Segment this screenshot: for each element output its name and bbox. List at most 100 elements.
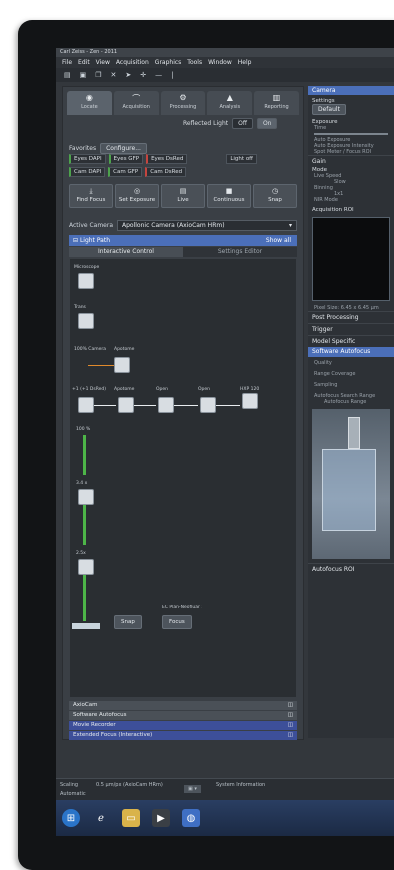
lightpath-snap-button[interactable]: Snap	[114, 615, 142, 629]
panel-movie-recorder[interactable]: Movie Recorder ◫	[69, 721, 297, 730]
fav-eyes-gfp[interactable]: Eyes GFP	[108, 154, 144, 164]
system-information-label: System Information	[216, 782, 266, 788]
optovar-label: 3.4 x	[76, 481, 88, 486]
pointer-icon[interactable]: ➤	[125, 71, 131, 79]
objective-3d-icon	[348, 417, 360, 449]
menu-window[interactable]: Window	[208, 57, 232, 68]
tab-reporting[interactable]: ▥ Reporting	[254, 91, 299, 115]
menu-edit[interactable]: Edit	[78, 57, 90, 68]
find-focus-button[interactable]: ⤓ Find Focus	[69, 184, 113, 208]
live-button[interactable]: ▤ Live	[161, 184, 205, 208]
toolbar: ▤ ▣ ❐ ✕ ➤ ✛ — |	[56, 68, 394, 82]
objective-icon[interactable]	[78, 559, 94, 575]
tab-settings-editor[interactable]: Settings Editor	[183, 247, 297, 257]
left-tool-panel: ◉ Locate ⌒ Acquisition ⚙ Processing ▲ Analys…	[62, 86, 304, 740]
find-focus-icon: ⤓	[89, 187, 93, 195]
active-camera-select[interactable]: Apollonic Camera (AxioCam HRm) ▾	[117, 220, 297, 231]
acquisition-roi-preview[interactable]	[312, 217, 390, 301]
fav-cam-dapi[interactable]: Cam DAPI	[69, 167, 106, 177]
hxp-lamp-icon[interactable]	[242, 393, 258, 409]
reflected-light-label: Reflected Light	[183, 120, 229, 127]
measure-icon[interactable]: ✛	[140, 71, 146, 79]
continuous-button[interactable]: ■ Continuous	[207, 184, 251, 208]
copy-icon[interactable]: ❐	[95, 71, 101, 79]
configure-button[interactable]: Configure...	[100, 143, 147, 154]
apotome-label: Apotome	[114, 347, 135, 352]
main-tabs: ◉ Locate ⌒ Acquisition ⚙ Processing ▲ Analys…	[67, 91, 299, 115]
apotome-slider-icon[interactable]	[118, 397, 134, 413]
processing-icon: ⚙	[179, 93, 187, 102]
light-path-tabs: Interactive Control Settings Editor	[69, 247, 297, 257]
reporting-icon: ▥	[272, 93, 281, 102]
reflected-off-button[interactable]: Off	[232, 118, 253, 129]
camera-port-icon[interactable]	[114, 357, 130, 373]
explorer-icon[interactable]: ▭	[122, 809, 140, 827]
automatic-checkbox[interactable]: Automatic	[60, 791, 86, 797]
quality-label: Quality	[314, 360, 332, 366]
light-path-header[interactable]: ⊟ Light Path Show all	[69, 235, 297, 246]
panel-software-autofocus[interactable]: Software Autofocus ◫	[69, 711, 297, 720]
tab-analysis[interactable]: ▲ Analysis	[207, 91, 253, 115]
open-icon[interactable]: ▤	[64, 71, 71, 79]
sampling-label: Sampling	[314, 382, 338, 388]
microscope-icon[interactable]	[78, 273, 94, 289]
trigger-section[interactable]: Trigger	[308, 323, 394, 335]
menu-graphics[interactable]: Graphics	[155, 57, 182, 68]
post-processing-section[interactable]: Post Processing	[308, 311, 394, 323]
model-specific-section[interactable]: Model Specific	[308, 335, 394, 347]
autofocus-roi-section[interactable]: Autofocus ROI	[308, 563, 394, 575]
lightpath-focus-button[interactable]: Focus	[162, 615, 192, 629]
fav-light-off[interactable]: Light off	[226, 154, 257, 164]
menu-help[interactable]: Help	[238, 57, 252, 68]
close-icon[interactable]: ✕	[111, 71, 117, 79]
optovar-icon[interactable]	[78, 489, 94, 505]
media-player-icon[interactable]: ▶	[152, 809, 170, 827]
tab-locate[interactable]: ◉ Locate	[67, 91, 112, 115]
save-icon[interactable]: ▣	[80, 71, 87, 79]
fav-cam-gfp[interactable]: Cam GFP	[108, 167, 143, 177]
scaling-dropdown[interactable]: ▣ ▾	[184, 785, 201, 793]
fav-eyes-dsred[interactable]: Eyes DsRed	[146, 154, 188, 164]
aperture-icon[interactable]	[158, 397, 174, 413]
exposure-slider[interactable]	[314, 133, 388, 135]
nir-mode-checkbox[interactable]: NIR Mode	[308, 197, 394, 203]
menu-file[interactable]: File	[62, 57, 72, 68]
separator-icon: |	[171, 71, 174, 79]
minus-icon[interactable]: —	[155, 71, 162, 79]
fav-eyes-dapi[interactable]: Eyes DAPI	[69, 154, 106, 164]
menu-tools[interactable]: Tools	[187, 57, 202, 68]
magnification-label: 100 %	[76, 427, 91, 432]
default-settings-select[interactable]: Default	[312, 104, 346, 115]
reflector-icon[interactable]	[78, 397, 94, 413]
software-autofocus-header[interactable]: Software Autofocus	[308, 347, 394, 357]
fav-cam-dsred[interactable]: Cam DsRed	[145, 167, 187, 177]
bottom-tool-list: AxioCam ◫ Software Autofocus ◫ Movie Recor…	[69, 701, 297, 741]
set-exposure-button[interactable]: ◎ Set Exposure	[115, 184, 159, 208]
show-all-toggle[interactable]: Show all	[266, 235, 291, 246]
start-orb-icon[interactable]: ⊞	[62, 809, 80, 827]
tab-interactive-control[interactable]: Interactive Control	[69, 247, 183, 257]
camera-panel-header[interactable]: Camera	[308, 86, 394, 95]
snap-button[interactable]: ◷ Snap	[253, 184, 297, 208]
reflected-on-button[interactable]: On	[256, 118, 278, 129]
filter-label-3: Open	[156, 387, 169, 392]
ie-icon[interactable]: ℯ	[92, 809, 110, 827]
tab-processing[interactable]: ⚙ Processing	[160, 91, 206, 115]
zen-icon[interactable]: ◍	[182, 809, 200, 827]
eye-icon: ◉	[85, 93, 93, 102]
analysis-icon: ▲	[226, 93, 233, 102]
panel-axiocam[interactable]: AxioCam ◫	[69, 701, 297, 710]
field-stop-icon[interactable]	[200, 397, 216, 413]
collapse-icon: ⊟	[73, 237, 80, 244]
trans-label: Trans	[74, 305, 86, 310]
gain-section[interactable]: Gain	[308, 155, 394, 167]
acquisition-icon: ⌒	[132, 94, 141, 103]
continuous-icon: ■	[225, 187, 233, 195]
tab-acquisition[interactable]: ⌒ Acquisition	[113, 91, 159, 115]
panel-extended-focus[interactable]: Extended Focus (Interactive) ◫	[69, 731, 297, 740]
menu-acquisition[interactable]: Acquisition	[116, 57, 149, 68]
filter-label-5: HXP 120	[240, 387, 260, 392]
menu-view[interactable]: View	[96, 57, 110, 68]
trans-lamp-icon[interactable]	[78, 313, 94, 329]
autofocus-3d-view[interactable]	[312, 409, 390, 559]
